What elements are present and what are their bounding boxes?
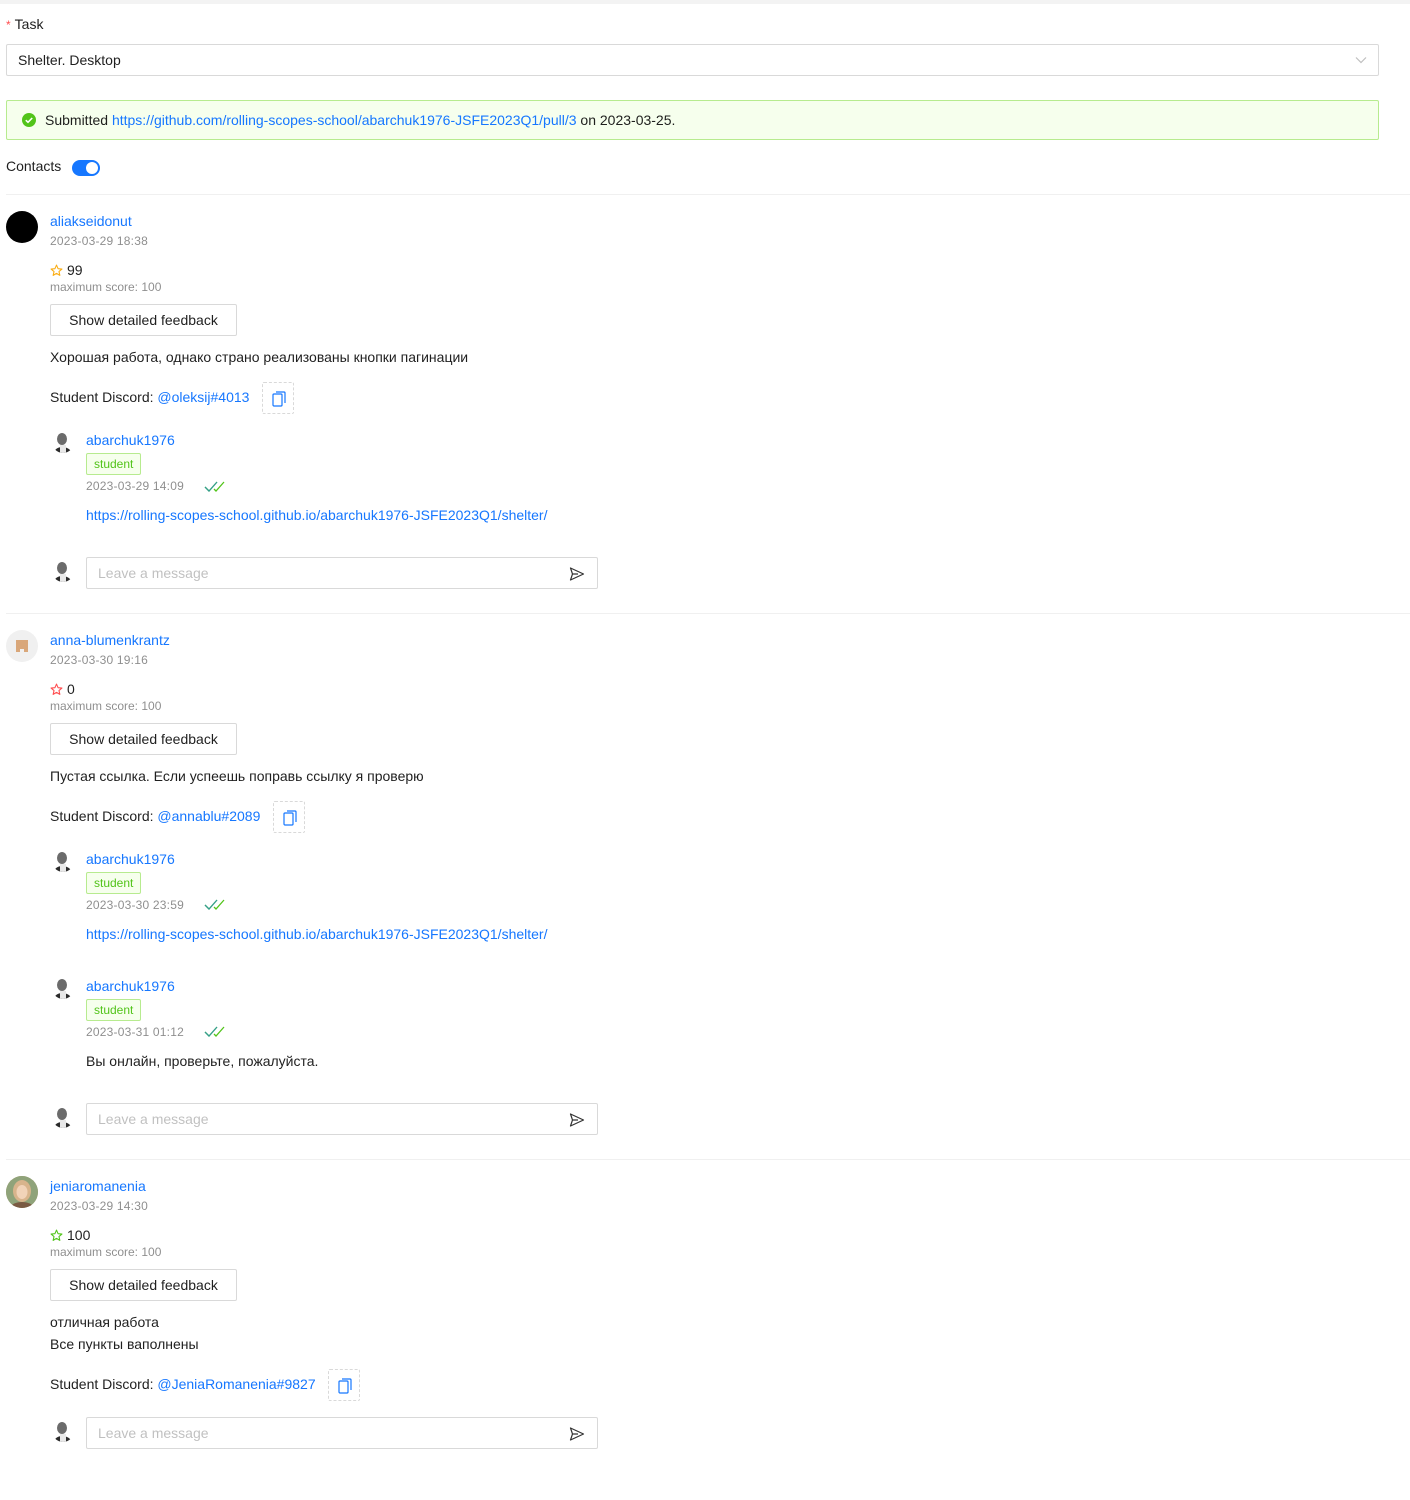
reviewer-name[interactable]: jeniaromanenia — [50, 1178, 146, 1194]
student-avatar — [52, 977, 74, 999]
discord-label: Student Discord: — [50, 1376, 154, 1392]
student-discord: Student Discord: @JeniaRomanenia#9827 — [50, 1376, 316, 1392]
show-detailed-feedback-button[interactable]: Show detailed feedback — [50, 1269, 237, 1301]
reviewer-avatar — [6, 1176, 38, 1208]
chevron-down-icon — [1355, 57, 1367, 64]
contacts-toggle[interactable] — [72, 160, 100, 176]
reply-date: 2023-03-29 14:09 — [86, 479, 184, 493]
discord-link[interactable]: @JeniaRomanenia#9827 — [157, 1376, 315, 1392]
current-user-avatar — [52, 1106, 74, 1128]
top-border — [0, 0, 1410, 4]
score-value: 100 — [67, 1227, 91, 1243]
toggle-knob — [86, 162, 98, 174]
submission-middle: on — [580, 112, 596, 128]
reply-date: 2023-03-31 01:12 — [86, 1025, 184, 1039]
divider — [6, 613, 1410, 614]
reply-message: Вы онлайн, проверьте, пожалуйста. — [86, 1053, 319, 1069]
message-input-wrapper — [86, 557, 598, 589]
reviewer-avatar — [6, 630, 38, 662]
review-comment: Хорошая работа, однако страно реализован… — [50, 349, 469, 365]
reviewer-name[interactable]: anna-blumenkrantz — [50, 632, 170, 648]
student-name[interactable]: abarchuk1976 — [86, 978, 175, 994]
discord-label: Student Discord: — [50, 389, 154, 405]
reply-date: 2023-03-30 23:59 — [86, 898, 184, 912]
review-date: 2023-03-30 19:16 — [50, 653, 148, 667]
score-value: 99 — [67, 262, 83, 278]
message-input[interactable] — [87, 1104, 557, 1134]
review-score: 100 — [50, 1227, 90, 1243]
show-detailed-feedback-button[interactable]: Show detailed feedback — [50, 304, 237, 336]
review-score: 0 — [50, 681, 75, 697]
send-icon[interactable] — [569, 1112, 585, 1128]
max-score: maximum score: 100 — [50, 1245, 162, 1259]
discord-label: Student Discord: — [50, 808, 154, 824]
message-input[interactable] — [87, 558, 557, 588]
copy-icon — [283, 810, 297, 826]
divider — [6, 1159, 1410, 1160]
reviewer-avatar — [6, 211, 38, 243]
message-input-wrapper — [86, 1417, 598, 1449]
review-comment: отличная работа Все пункты ваполнены — [50, 1314, 199, 1352]
double-check-icon — [204, 481, 225, 492]
student-discord: Student Discord: @annablu#2089 — [50, 808, 260, 824]
submission-link[interactable]: https://github.com/rolling-scopes-school… — [112, 112, 577, 128]
message-input[interactable] — [87, 1418, 557, 1448]
task-label: * Task — [6, 16, 43, 32]
required-mark: * — [6, 18, 11, 32]
copy-icon — [272, 391, 286, 407]
show-detailed-feedback-button[interactable]: Show detailed feedback — [50, 723, 237, 755]
student-discord: Student Discord: @oleksij#4013 — [50, 389, 249, 405]
student-avatar — [52, 850, 74, 872]
max-score: maximum score: 100 — [50, 699, 162, 713]
student-avatar — [52, 431, 74, 453]
task-select[interactable]: Shelter. Desktop — [6, 44, 1379, 76]
task-select-value: Shelter. Desktop — [18, 52, 121, 68]
reply-message-link[interactable]: https://rolling-scopes-school.github.io/… — [86, 507, 547, 523]
submission-date: 2023-03-25. — [599, 112, 676, 128]
student-name[interactable]: abarchuk1976 — [86, 432, 175, 448]
send-icon[interactable] — [569, 566, 585, 582]
copy-icon — [338, 1378, 352, 1394]
student-name[interactable]: abarchuk1976 — [86, 851, 175, 867]
star-icon — [50, 264, 63, 276]
reviewer-name[interactable]: aliakseidonut — [50, 213, 132, 229]
divider — [6, 194, 1410, 195]
double-check-icon — [204, 1026, 225, 1037]
star-icon — [50, 683, 63, 695]
review-score: 99 — [50, 262, 83, 278]
copy-button[interactable] — [262, 382, 294, 414]
reply-message-link[interactable]: https://rolling-scopes-school.github.io/… — [86, 926, 547, 942]
copy-button[interactable] — [273, 801, 305, 833]
discord-link[interactable]: @oleksij#4013 — [157, 389, 249, 405]
submission-text: Submitted https://github.com/rolling-sco… — [45, 112, 675, 128]
max-score: maximum score: 100 — [50, 280, 162, 294]
student-tag: student — [86, 453, 142, 475]
submission-prefix: Submitted — [45, 112, 109, 128]
current-user-avatar — [52, 1420, 74, 1442]
review-comment: Пустая ссылка. Если успеешь поправь ссыл… — [50, 768, 424, 784]
copy-button[interactable] — [328, 1369, 360, 1401]
send-icon[interactable] — [569, 1426, 585, 1442]
contacts-label: Contacts — [6, 158, 62, 174]
student-tag: student — [86, 999, 142, 1021]
current-user-avatar — [52, 560, 74, 582]
review-date: 2023-03-29 14:30 — [50, 1199, 148, 1213]
student-tag: student — [86, 872, 142, 894]
message-input-wrapper — [86, 1103, 598, 1135]
discord-link[interactable]: @annablu#2089 — [157, 808, 260, 824]
review-date: 2023-03-29 18:38 — [50, 234, 148, 248]
star-icon — [50, 1229, 63, 1241]
submission-alert: Submitted https://github.com/rolling-sco… — [6, 100, 1379, 140]
double-check-icon — [204, 899, 225, 910]
check-circle-icon — [22, 113, 36, 127]
score-value: 0 — [67, 681, 75, 697]
task-label-text: Task — [14, 16, 44, 32]
